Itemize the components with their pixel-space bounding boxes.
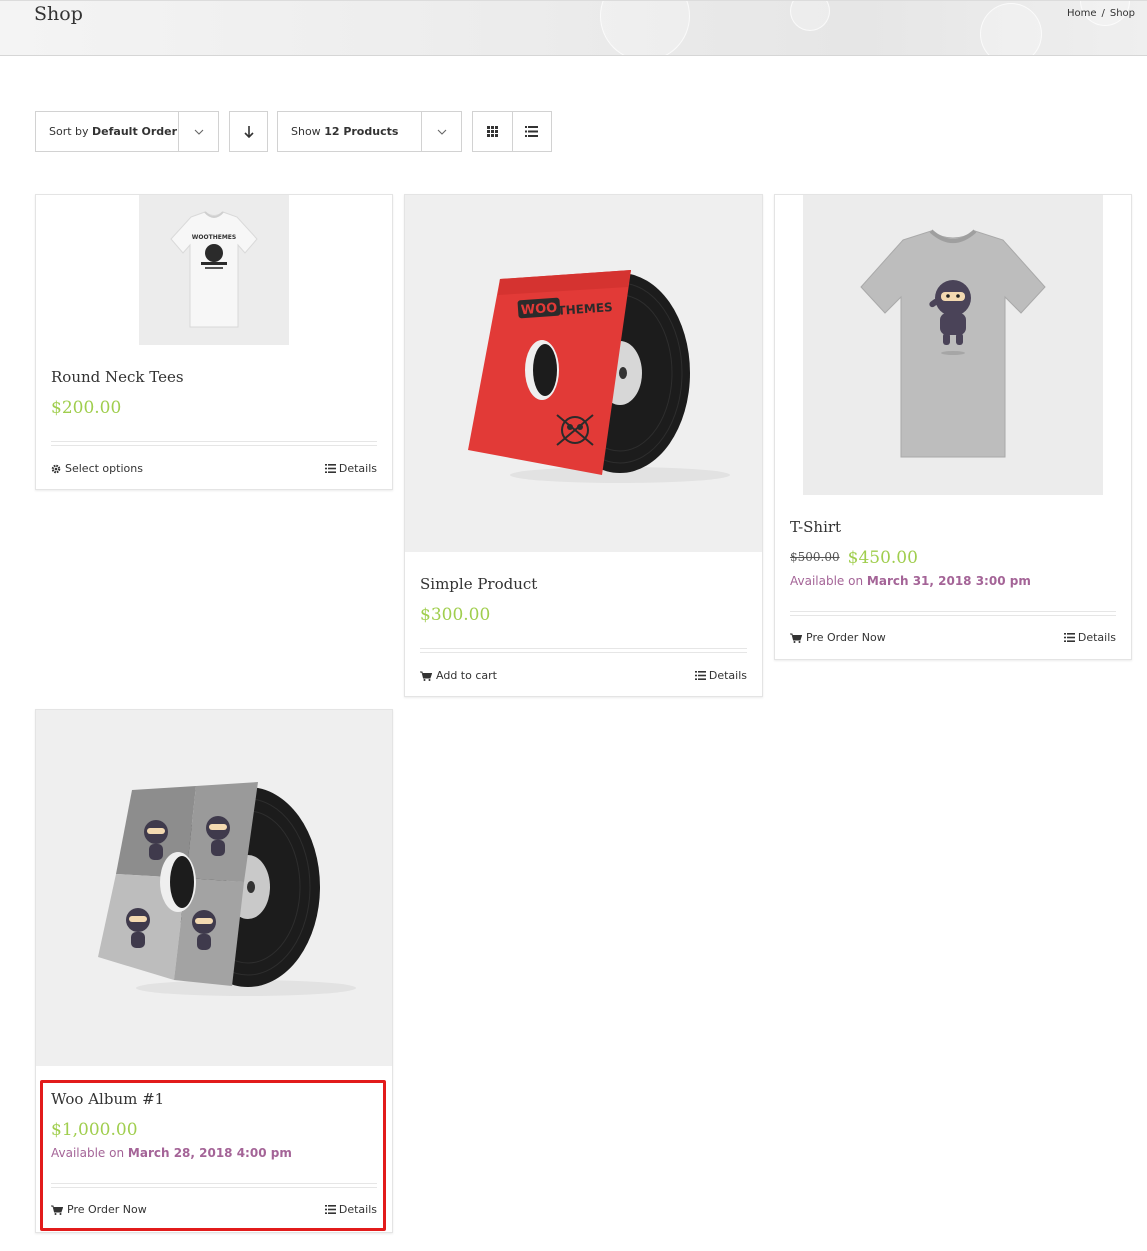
- details-button[interactable]: Details: [694, 669, 747, 682]
- availability-date: March 31, 2018 3:00 pm: [866, 574, 1031, 588]
- arrow-down-icon: [243, 125, 254, 138]
- product-price: $500.00 $450.00: [790, 548, 918, 568]
- details-label: Details: [1077, 631, 1116, 644]
- sort-prefix: Sort by: [49, 125, 89, 138]
- product-title[interactable]: T-Shirt: [790, 518, 841, 536]
- svg-text:WOO: WOO: [520, 301, 557, 319]
- add-to-cart-label: Add to cart: [436, 669, 497, 682]
- pre-order-label: Pre Order Now: [806, 631, 886, 644]
- sort-direction-button[interactable]: [229, 111, 268, 152]
- page-title: Shop: [34, 3, 83, 25]
- chevron-down-icon[interactable]: [421, 112, 461, 151]
- chevron-down-icon[interactable]: [178, 112, 218, 151]
- breadcrumb-current: Shop: [1109, 8, 1135, 19]
- details-button[interactable]: Details: [324, 462, 377, 475]
- select-options-button[interactable]: Select options: [51, 462, 143, 475]
- product-card: T-Shirt $500.00 $450.00 Available on Marc…: [774, 194, 1132, 660]
- regular-price: $500.00: [790, 550, 840, 564]
- show-label: Show 12 Products: [278, 125, 421, 138]
- availability-text: Available on March 31, 2018 3:00 pm: [790, 574, 1031, 588]
- breadcrumb: Home / Shop: [1067, 8, 1135, 19]
- product-title[interactable]: Simple Product: [420, 575, 537, 593]
- card-divider: [790, 611, 1116, 616]
- product-image-white-tshirt[interactable]: WOOTHEMES: [139, 195, 289, 345]
- cart-icon: [790, 633, 802, 643]
- decorative-bubble: [790, 1, 830, 31]
- product-image-red-vinyl[interactable]: WOO THEMES: [405, 195, 762, 552]
- details-label: Details: [708, 669, 747, 682]
- product-title[interactable]: Round Neck Tees: [51, 368, 184, 386]
- card-divider: [420, 648, 747, 653]
- breadcrumb-separator: /: [1101, 8, 1105, 19]
- sort-value: Default Order: [92, 125, 178, 138]
- cart-icon: [420, 671, 432, 681]
- availability-prefix: Available on: [790, 574, 864, 588]
- highlight-annotation-box: [40, 1080, 386, 1231]
- product-image-grey-vinyl[interactable]: [36, 710, 392, 1066]
- view-mode-toggle: [472, 111, 552, 152]
- breadcrumb-home-link[interactable]: Home: [1067, 8, 1097, 19]
- product-image-grey-tshirt[interactable]: [803, 195, 1103, 495]
- product-price: $300.00: [420, 605, 491, 625]
- grid-view-button[interactable]: [473, 112, 512, 151]
- products-per-page-dropdown[interactable]: Show 12 Products: [277, 111, 462, 152]
- list-icon: [694, 671, 706, 680]
- svg-text:WOOTHEMES: WOOTHEMES: [192, 234, 236, 241]
- sort-by-label: Sort by Default Order: [36, 125, 178, 138]
- card-divider: [51, 441, 377, 446]
- page-title-bar: Shop Home / Shop: [0, 0, 1147, 56]
- list-view-icon: [525, 126, 539, 137]
- details-button[interactable]: Details: [1063, 631, 1116, 644]
- product-card: WOO THEMES Simple Product $300.00 Add to…: [404, 194, 763, 697]
- show-prefix: Show: [291, 125, 321, 138]
- list-view-button[interactable]: [511, 112, 551, 151]
- grid-view-icon: [486, 126, 498, 137]
- product-price: $200.00: [51, 398, 122, 418]
- decorative-bubble: [980, 3, 1042, 55]
- list-icon: [324, 464, 336, 473]
- select-options-label: Select options: [65, 462, 143, 475]
- add-to-cart-button[interactable]: Add to cart: [420, 669, 497, 682]
- pre-order-button[interactable]: Pre Order Now: [790, 631, 886, 644]
- decorative-bubble: [600, 1, 690, 55]
- sort-by-dropdown[interactable]: Sort by Default Order: [35, 111, 219, 152]
- product-card: WOOTHEMES Round Neck Tees $200.00 Select…: [35, 194, 393, 490]
- show-value: 12 Products: [324, 125, 399, 138]
- list-icon: [1063, 633, 1075, 642]
- gear-icon: [51, 464, 61, 473]
- sale-price: $450.00: [847, 548, 918, 568]
- details-label: Details: [338, 462, 377, 475]
